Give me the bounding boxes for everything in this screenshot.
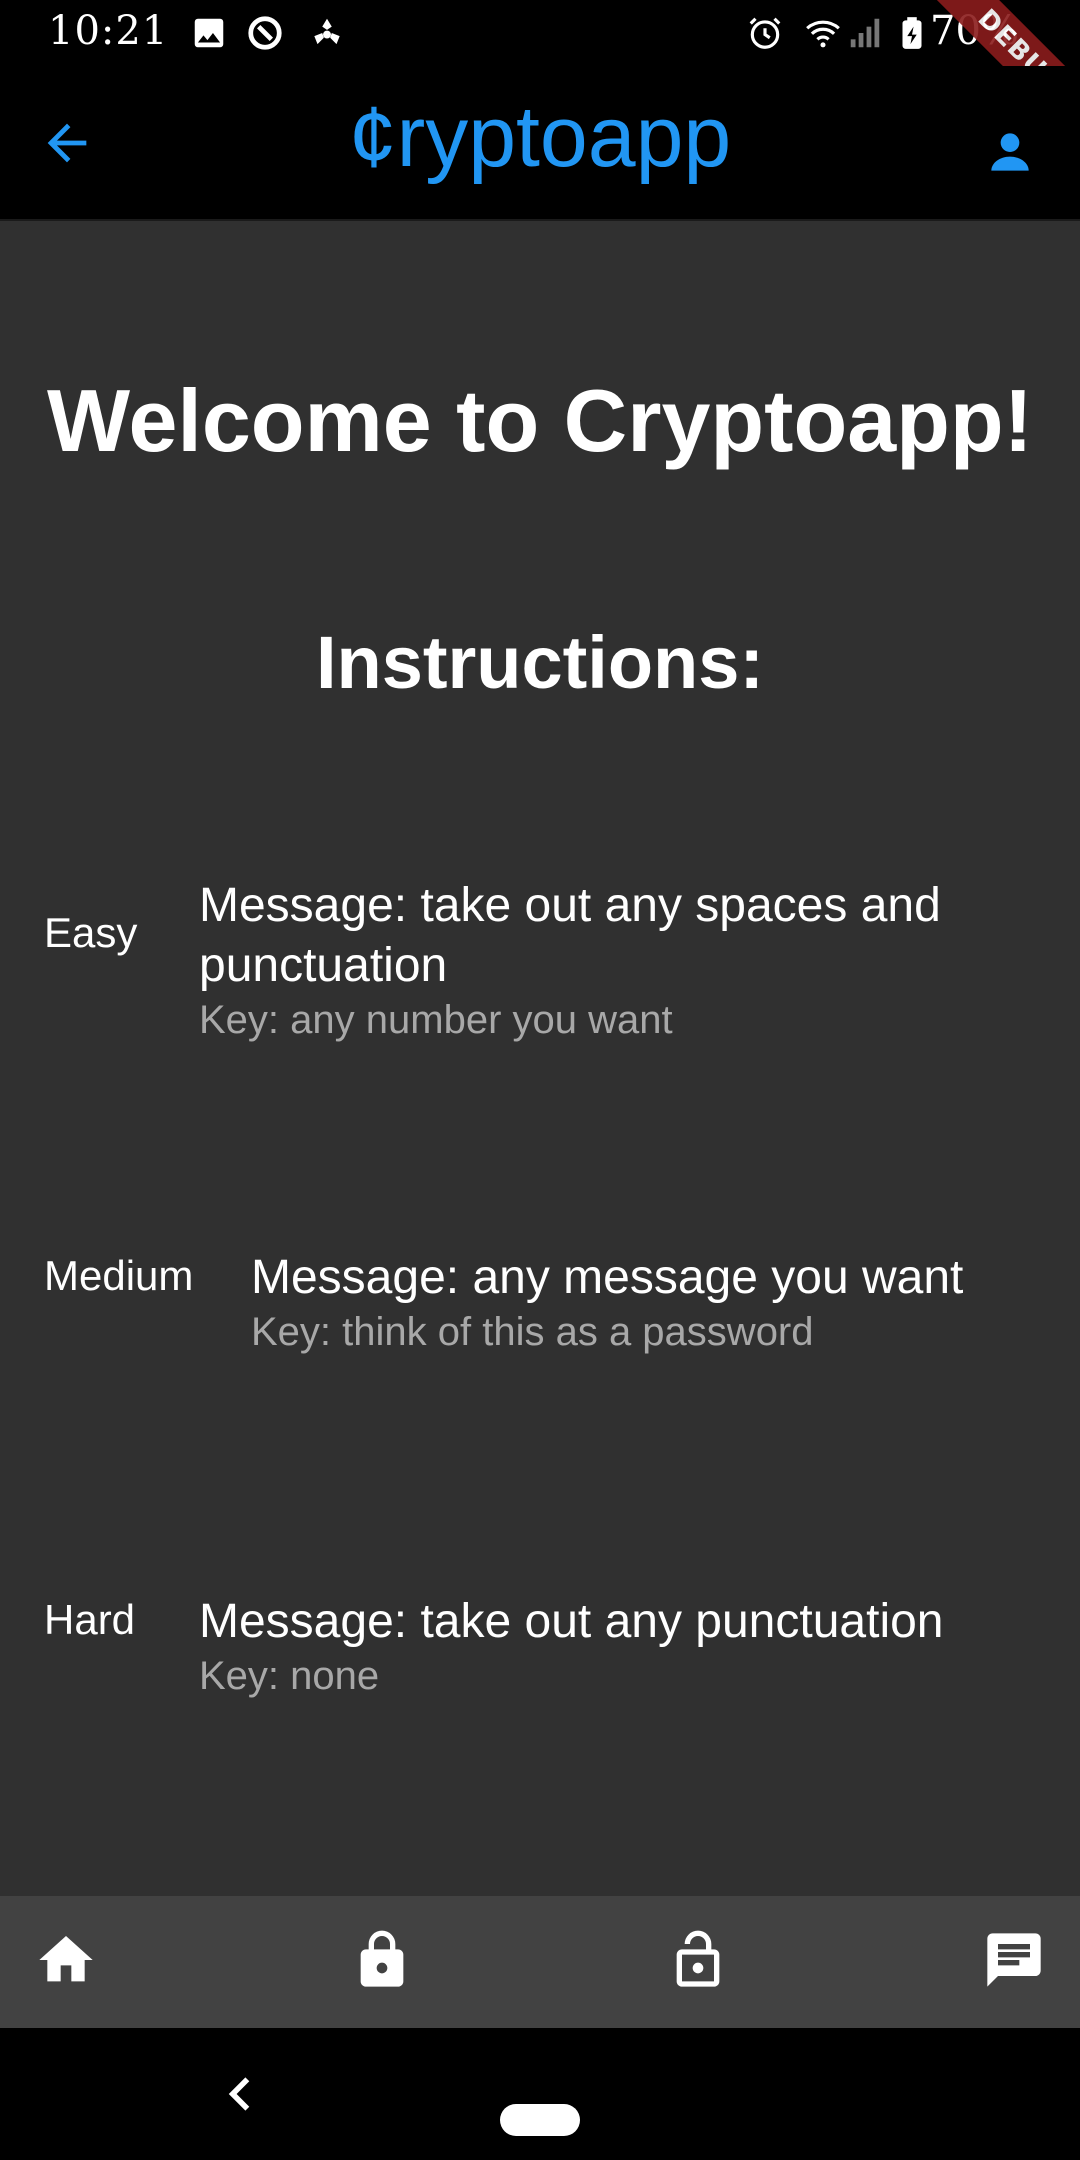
- level-label: Easy: [44, 909, 138, 956]
- home-icon[interactable]: [34, 1928, 98, 1992]
- lock-icon[interactable]: [350, 1928, 414, 1992]
- level-message: Message: take out any spaces and: [199, 879, 941, 932]
- app-bar: ¢ryptoapp: [0, 66, 1080, 220]
- level-key: Key: none: [199, 1654, 380, 1698]
- level-key: Key: think of this as a password: [251, 1310, 814, 1354]
- level-message-continued: punctuation: [199, 939, 448, 992]
- wifi-icon: [806, 20, 840, 48]
- system-navigation-bar: [0, 2028, 1080, 2160]
- welcome-heading: Welcome to Cryptoapp!: [46, 371, 1033, 470]
- app-bar-divider: [0, 219, 1080, 221]
- level-label: Hard: [44, 1596, 136, 1643]
- list-item: Hard Message: take out any punctuation K…: [44, 1592, 1044, 1712]
- system-home-pill[interactable]: [500, 2104, 580, 2136]
- alarm-icon: [749, 17, 781, 49]
- signal-icon: [850, 18, 880, 48]
- message-icon[interactable]: [982, 1928, 1046, 1992]
- app-title: ¢ryptoapp: [348, 89, 732, 185]
- bottom-navigation: [0, 1896, 1080, 2028]
- list-item: Easy Message: take out any spaces and pu…: [44, 876, 1044, 1056]
- status-time: 10:21: [48, 8, 169, 54]
- lock-open-icon[interactable]: [666, 1928, 730, 1992]
- image-icon: [194, 18, 224, 48]
- level-message: Message: take out any punctuation: [199, 1595, 944, 1648]
- status-bar: 10:21 70%: [0, 0, 1080, 66]
- instructions-heading: Instructions:: [315, 621, 765, 704]
- list-item: Medium Message: any message you want Key…: [44, 1248, 1044, 1368]
- account-icon[interactable]: [982, 124, 1038, 180]
- sync-icon: [248, 16, 282, 50]
- level-key: Key: any number you want: [199, 998, 673, 1042]
- vpn-icon: [314, 18, 340, 45]
- battery-icon: [902, 17, 922, 49]
- system-back-icon[interactable]: [220, 2072, 260, 2116]
- level-label: Medium: [44, 1252, 194, 1299]
- level-message: Message: any message you want: [251, 1251, 964, 1304]
